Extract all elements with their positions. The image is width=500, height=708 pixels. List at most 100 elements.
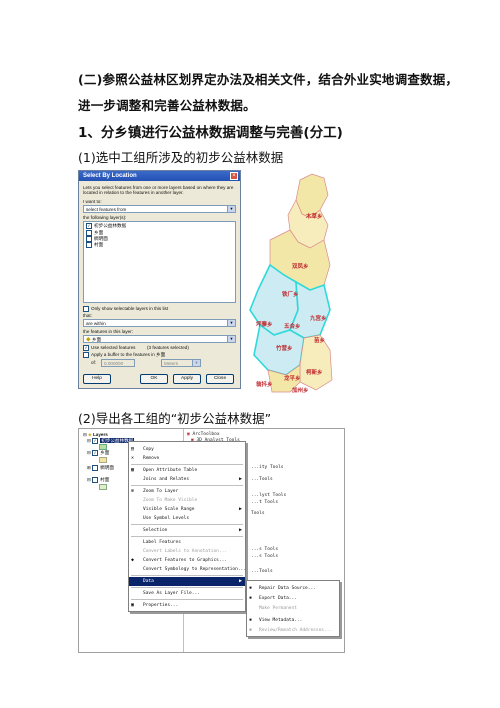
menu-item-label: Copy [143,447,154,452]
layer-item[interactable]: ✓ 初步公益林数据 [84,222,235,230]
toc-root-label: Layers [92,432,108,437]
help-button[interactable]: Help [83,374,111,384]
buffer-unit-value: Meters [164,361,179,366]
symbol-swatch [99,457,107,463]
submenu-item-make-permanent[interactable]: Make Permanent [247,604,339,613]
menu-item-copy[interactable]: ▤ Copy [129,445,245,454]
table-icon: ▦ [131,467,135,473]
submenu-item-label: Export Data... [259,596,297,601]
menu-item-convert-labels-to-annotation[interactable]: Convert Labels to Annotation... [129,547,245,556]
metadata-icon: ▪ [249,617,253,623]
menu-separator [131,536,243,537]
checkbox-icon [83,352,89,358]
toolbox-item[interactable]: Tools [251,511,265,516]
menu-item-label: Remove [143,456,160,461]
repair-icon: ▪ [249,585,253,591]
toc-layer-label: 乡面 [100,450,110,456]
layers-listbox[interactable]: ✓ 初步公益林数据 乡面 稠明面 村面 [83,221,236,303]
menu-item-label: Save As Layer File... [143,591,200,596]
menu-item-properties[interactable]: ▣ Properties... [129,601,245,610]
selected-count: (3 features selected) [147,345,189,350]
submenu-arrow-icon: ▶ [238,506,242,512]
ok-button[interactable]: OK [140,374,168,384]
method-select[interactable]: select features from ▼ [83,205,236,213]
menu-item-selection[interactable]: Selection ▶ [129,526,245,535]
paragraph-line-2: 进一步调整和完善公益林数据。 [78,98,256,113]
checkbox-checked-icon: ✓ [92,438,99,444]
menu-item-remove[interactable]: ✕ Remove [129,454,245,463]
menu-item-visible-scale-range[interactable]: Visible Scale Range ▶ [129,505,245,514]
menu-item-label: Visible Scale Range [143,507,195,512]
layer-label: 稠明面 [94,236,108,242]
close-icon[interactable]: × [230,172,238,180]
checkbox-icon [92,477,99,483]
menu-separator [131,464,243,465]
layer-select[interactable]: ◆ 乡面 ▼ [83,335,236,343]
method-value: select features from [86,207,127,212]
address-icon: ▪ [249,627,253,633]
export-icon: ▪ [249,595,253,601]
toc-layer[interactable]: ⊟ 村面 [87,477,109,483]
menu-item-label: Convert Labels to Annotation... [143,549,227,554]
submenu-arrow-icon: ▶ [238,578,242,584]
menu-item-open-attribute-table[interactable]: ▦ Open Attribute Table [129,466,245,475]
menu-item-zoom-to-make-visible[interactable]: Zoom To Make Visible [129,496,245,505]
checkbox-checked-icon: ✓ [83,345,89,351]
use-selected-label: Use selected features [91,345,136,351]
that-label: that: [83,313,92,318]
menu-item-zoom-to-layer[interactable]: ⊕ Zoom To Layer [129,487,245,496]
menu-item-convert-symbology-to-representation[interactable]: Convert Symbology to Representation... [129,565,246,574]
map-label: 翁抖乡 [256,380,273,388]
submenu-item-view-metadata[interactable]: ▪ View Metadata... [247,616,339,625]
subheading-2: (2)导出各工组的“初步公益林数据” [78,411,272,426]
map-label: 九宫乡 [309,314,327,322]
buffer-unit-select[interactable]: Meters ▼ [161,359,201,367]
menu-item-use-symbol-levels[interactable]: Use Symbol Levels [129,514,245,523]
map-label: 五合乡 [284,322,301,330]
graphics-icon: ◆ [131,557,135,563]
toolbox-item[interactable]: ...Tools [251,477,273,482]
paragraph-line-1: (二)参照公益林区划界定办法及相关文件，结合外业实地调查数据， [78,72,459,87]
submenu-item-review-rematch-addresses[interactable]: ▪ Review/Rematch Addresses... [247,626,339,635]
toolbox-item[interactable]: ...s Tools [251,554,278,559]
menu-item-label: Zoom To Layer [143,489,179,494]
menu-item-convert-features-to-graphics[interactable]: ◆ Convert Features to Graphics... [129,556,245,565]
toolbox-item[interactable]: ...Tools [251,569,273,574]
close-button[interactable]: Close [206,374,234,384]
toolbox-label: ArcToolbox [192,432,220,437]
toolbox-item[interactable]: ...ity Tools [251,465,284,470]
menu-item-joins-and-relates[interactable]: Joins and Relates ▶ [129,475,245,484]
toolbox-root[interactable]: ▣ ArcToolbox [187,432,220,437]
section-heading: 1、分乡镇进行公益林数据调整与完善(分工) [78,125,343,141]
menu-separator [131,587,243,588]
submenu-item-repair-data-source[interactable]: ▪ Repair Data Source... [247,584,339,593]
toc-layer[interactable]: ⊞ 稠明面 [87,465,114,471]
checkbox-icon [83,306,89,312]
toolbox-item[interactable]: ...lyst Tools [251,493,286,498]
i-want-to-label: I want to: [83,199,102,204]
use-selected-option[interactable]: ✓ Use selected features [83,345,135,351]
menu-item-label-features[interactable]: Label Features [129,538,245,547]
menu-item-data[interactable]: Data ▶ [129,577,245,586]
only-selectable-option[interactable]: Only show selectable layers in this list [83,306,168,312]
apply-button[interactable]: Apply [173,374,201,384]
map-label: 加州乡 [291,386,309,394]
toc-layer-label: 稠明面 [100,465,114,471]
checkbox-checked-icon: ✓ [92,450,99,456]
buffer-distance-input[interactable]: 0.000000 [101,359,135,367]
copy-icon: ▤ [131,446,135,452]
relation-select[interactable]: are within ▼ [83,319,236,327]
apply-buffer-option[interactable]: Apply a buffer to the features in 乡面 [83,352,165,358]
menu-item-save-as-layer-file[interactable]: Save As Layer File... [129,589,245,598]
layer-item[interactable]: 村面 [84,242,235,248]
in-layer-label: the features in this layer: [83,329,134,334]
toolbox-item[interactable]: ...s Tools [251,547,278,552]
toc-layer[interactable]: ⊟ ✓ 乡面 [87,450,109,456]
of-label: of: [91,360,97,365]
layer-label: 初步公益林数据 [94,223,127,229]
menu-separator [131,524,243,525]
map-label: 竹营乡 [275,344,293,352]
toolbox-item[interactable]: ...t Tools [251,500,278,505]
submenu-item-export-data[interactable]: ▪ Export Data... [247,594,339,603]
map-label: 双凤乡 [292,262,309,270]
